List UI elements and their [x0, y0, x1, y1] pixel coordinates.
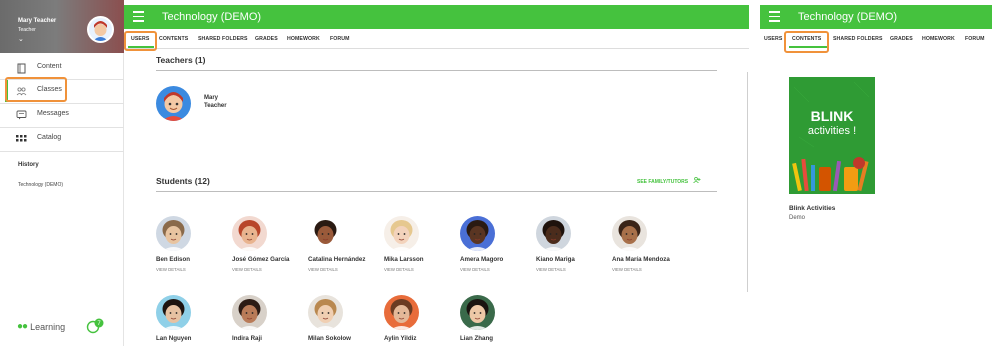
student-avatar[interactable] [232, 295, 267, 330]
highlight-box [5, 77, 67, 102]
scrollbar[interactable] [747, 72, 748, 292]
contents-panel: Technology (DEMO) USERS CONTENTS SHARED … [760, 0, 992, 346]
add-user-icon [692, 176, 701, 185]
highlight-box [124, 31, 157, 51]
see-family-label: SEE FAMILY/TUTORS [637, 179, 689, 185]
highlight-box [784, 31, 829, 53]
sidebar-item-label: Catalog [37, 134, 62, 141]
book-cover[interactable]: BLINK activities ! [789, 77, 875, 194]
view-details-link[interactable]: VIEW DETAILS [460, 267, 490, 272]
view-details-link[interactable]: VIEW DETAILS [308, 267, 338, 272]
panel-gap [749, 0, 760, 354]
book-cover-subtitle: activities ! [807, 125, 857, 137]
profile-header[interactable]: Mary Teacher Teacher ⌄ [0, 0, 124, 53]
student-avatar[interactable] [460, 295, 495, 330]
book-title[interactable]: Blink Activities [789, 205, 835, 212]
student-name: Milan Sokolow [308, 335, 351, 342]
student-name: Catalina Hernández [308, 256, 366, 263]
teachers-title: Teachers (1) [156, 55, 206, 65]
student-avatar[interactable] [308, 295, 343, 330]
profile-role: Teacher [18, 27, 36, 33]
student-name: Lan Nguyen [156, 335, 192, 342]
teacher-role: Teacher [204, 103, 227, 109]
tab-forum[interactable]: FORUM [330, 36, 350, 42]
page-title: Technology (DEMO) [798, 11, 898, 23]
sidebar-item-content[interactable]: Content [4, 57, 124, 79]
divider [0, 151, 124, 152]
tab-shared-folders[interactable]: SHARED FOLDERS [833, 36, 883, 42]
tab-homework[interactable]: HOMEWORK [922, 36, 955, 42]
sidebar-item-label: Content [37, 63, 62, 70]
book-cover-title: BLINK [810, 108, 854, 124]
avatar[interactable] [87, 16, 114, 43]
student-avatar[interactable] [156, 295, 191, 330]
sidebar: Mary Teacher Teacher ⌄ Content Classes M… [0, 0, 124, 346]
student-name: José Gómez García [232, 256, 290, 263]
learning-label: Learning [30, 321, 66, 332]
student-avatar[interactable] [308, 216, 343, 251]
student-name: Indira Raji [232, 335, 262, 342]
menu-icon[interactable] [133, 11, 144, 23]
learning-logo: ●● Learning [17, 321, 65, 332]
menu-icon[interactable] [769, 11, 780, 23]
teacher-avatar[interactable] [156, 86, 191, 121]
logo-dots-icon: ●● [17, 321, 28, 332]
page-title: Technology (DEMO) [162, 11, 262, 23]
tab-contents[interactable]: CONTENTS [159, 36, 188, 42]
sidebar-item-label: Messages [37, 110, 69, 117]
student-name: Ben Edison [156, 256, 191, 263]
divider [156, 191, 717, 192]
student-name: Amera Magoro [460, 256, 504, 263]
student-name: Aylin Yildiz [384, 335, 417, 342]
profile-name: Mary Teacher [18, 18, 57, 24]
view-details-link[interactable]: VIEW DETAILS [612, 267, 642, 272]
screen: Mary Teacher Teacher ⌄ Content Classes M… [0, 0, 1000, 354]
app-header: Technology (DEMO) [760, 5, 992, 29]
history-title: History [18, 162, 39, 168]
student-name: Ana María Mendoza [612, 256, 670, 263]
tab-homework[interactable]: HOMEWORK [287, 36, 320, 42]
student-name: Mika Larsson [384, 256, 424, 263]
content-icon [16, 63, 27, 74]
tab-grades[interactable]: GRADES [255, 36, 278, 42]
student-name: Lian Zhang [460, 335, 493, 342]
student-avatar[interactable] [232, 216, 267, 251]
student-avatar[interactable] [156, 216, 191, 251]
chat-icon[interactable]: 7 [86, 318, 104, 334]
teacher-name: Mary [204, 95, 219, 101]
main-panel: Technology (DEMO) USERS CONTENTS SHARED … [124, 0, 749, 346]
tab-users[interactable]: USERS [764, 36, 782, 42]
view-details-link[interactable]: VIEW DETAILS [384, 267, 414, 272]
view-details-link[interactable]: VIEW DETAILS [156, 267, 186, 272]
history-item[interactable]: Technology (DEMO) [18, 182, 63, 188]
tab-forum[interactable]: FORUM [965, 36, 985, 42]
view-details-link[interactable]: VIEW DETAILS [232, 267, 262, 272]
messages-icon [16, 110, 27, 121]
divider [156, 70, 717, 71]
student-avatar[interactable] [612, 216, 647, 251]
student-avatar[interactable] [384, 295, 419, 330]
sidebar-item-messages[interactable]: Messages [4, 104, 124, 126]
student-avatar[interactable] [460, 216, 495, 251]
catalog-icon [16, 134, 27, 145]
sidebar-item-catalog[interactable]: Catalog [4, 128, 124, 150]
students-title: Students (12) [156, 176, 210, 186]
tab-shared-folders[interactable]: SHARED FOLDERS [198, 36, 248, 42]
view-details-link[interactable]: VIEW DETAILS [536, 267, 566, 272]
tab-grades[interactable]: GRADES [890, 36, 913, 42]
student-avatar[interactable] [536, 216, 571, 251]
student-name: Kiano Mariga [536, 256, 575, 263]
chevron-down-icon[interactable]: ⌄ [18, 35, 24, 43]
student-avatar[interactable] [384, 216, 419, 251]
app-header: Technology (DEMO) [124, 5, 749, 29]
tab-bar: USERS CONTENTS SHARED FOLDERS GRADES HOM… [124, 29, 749, 49]
see-family-link[interactable]: SEE FAMILY/TUTORS [637, 176, 701, 185]
book-owner: Demo [789, 215, 806, 221]
